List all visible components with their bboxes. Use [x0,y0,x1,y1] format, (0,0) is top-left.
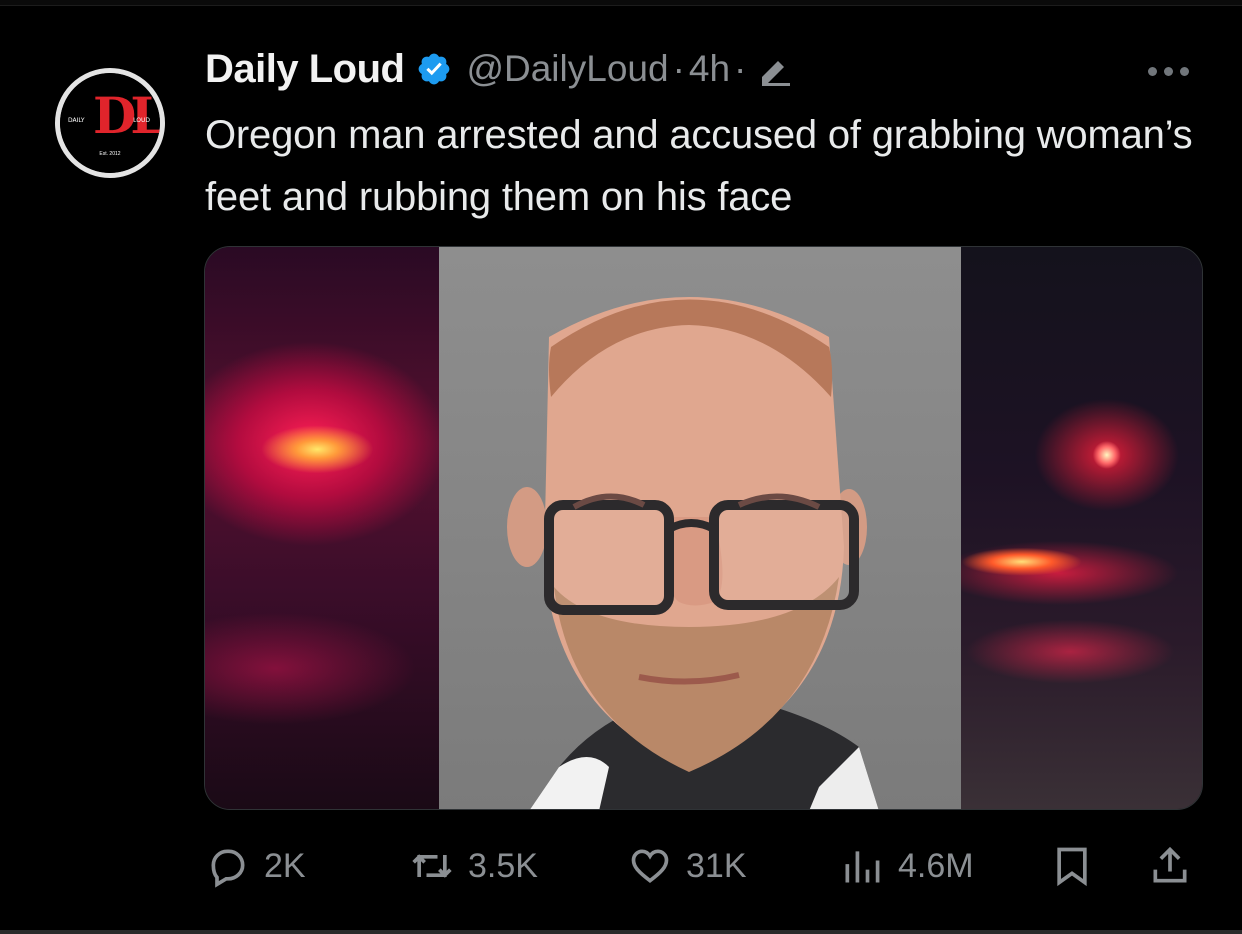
tweet-text: Oregon man arrested and accused of grabb… [205,113,1193,219]
logo-text-loud: LOUD [133,117,150,124]
reply-bubble-icon [211,849,245,888]
police-lights-left-image [205,247,439,809]
bottom-divider [0,930,1242,934]
logo-text-daily: DAILY [68,117,85,124]
separator: · [672,48,685,89]
tweet-header: Daily Loud @DailyLoud · 4h · [205,44,794,94]
mugshot-photo [507,297,879,809]
repost-button[interactable]: 3.5K [410,846,538,886]
display-name[interactable]: Daily Loud [205,47,405,92]
mugshot-image [439,247,961,809]
like-count: 31K [686,846,747,885]
views-button[interactable]: 4.6M [840,846,974,886]
logo-mark: DL [93,86,160,145]
tweet-media-image[interactable] [204,246,1203,810]
police-lights-right-image [961,247,1202,809]
timestamp[interactable]: 4h [689,48,730,90]
avatar[interactable]: DAILY DL LOUD Est. 2012 [55,68,165,178]
like-button[interactable]: 31K [628,846,747,886]
separator: · [734,48,747,89]
share-upload-icon [1153,846,1187,883]
handle[interactable]: @DailyLoud [466,48,668,90]
verified-badge-icon[interactable] [416,51,452,87]
reply-button[interactable]: 2K [206,846,306,888]
views-bars-icon [845,851,880,883]
daily-loud-logo: DAILY DL LOUD Est. 2012 [60,73,160,173]
more-dots-icon[interactable] [1148,64,1198,78]
edit-pencil-icon[interactable] [754,51,794,87]
dot [1164,66,1173,76]
logo-text-established: Est. 2012 [99,151,121,157]
view-count: 4.6M [898,846,974,885]
bookmark-icon [1057,847,1087,887]
bookmark-button[interactable] [1050,846,1094,887]
share-button[interactable] [1148,846,1192,886]
action-bar: 2K 3.5K 31K 4.6M [0,826,1242,906]
reply-count: 2K [264,846,306,885]
heart-icon [631,849,669,883]
dot [1180,66,1189,76]
tweet-card[interactable]: DAILY DL LOUD Est. 2012 Daily Loud @Dail… [0,6,1242,930]
dot [1148,66,1157,76]
repost-count: 3.5K [468,846,538,885]
repost-arrows-icon [412,854,452,878]
